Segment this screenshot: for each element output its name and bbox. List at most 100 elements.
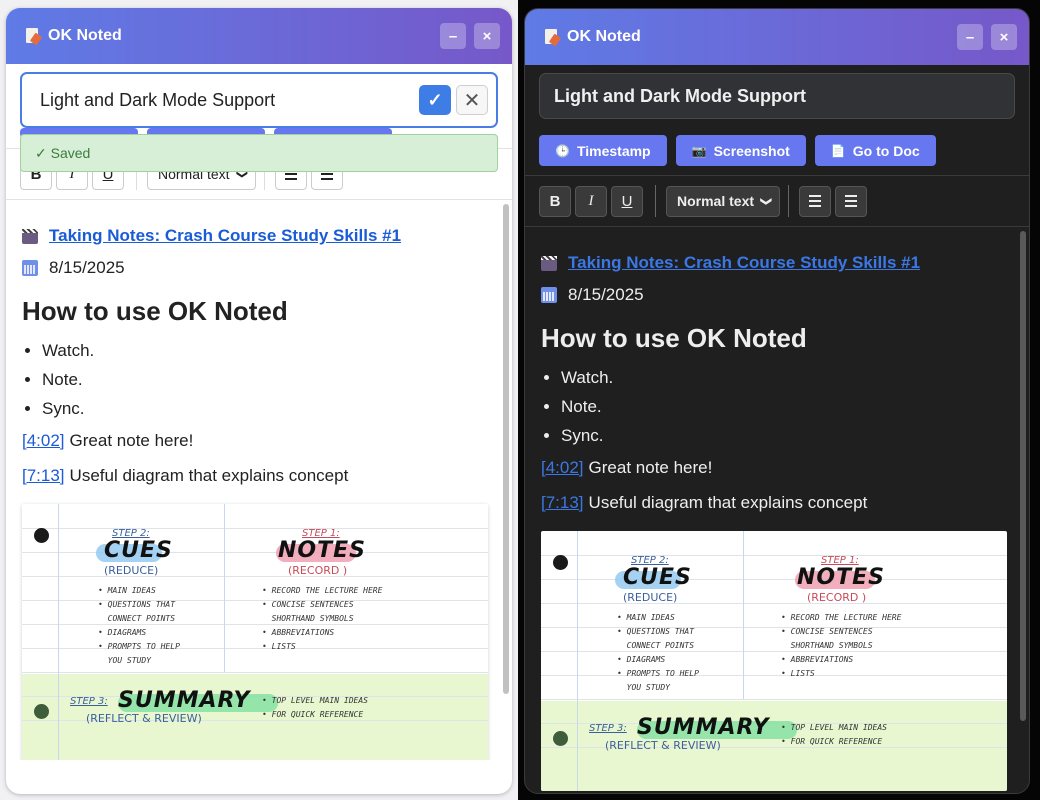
- toolbar-divider: [788, 185, 790, 217]
- chevron-down-icon: ❯: [760, 196, 773, 206]
- note-editor[interactable]: Taking Notes: Crash Course Study Skills …: [6, 200, 512, 760]
- title-bar: OK Noted – ×: [6, 8, 512, 64]
- note-title-area: [525, 65, 1029, 119]
- bullet-list-button[interactable]: [799, 185, 832, 217]
- note-heading: How to use OK Noted: [22, 296, 288, 326]
- list-item: Watch.: [42, 341, 496, 361]
- cancel-title-button[interactable]: ✕: [456, 85, 488, 115]
- app-title: OK Noted: [567, 28, 641, 45]
- toolbar-divider: [655, 185, 656, 217]
- record-label: (RECORD ): [288, 564, 348, 577]
- bullet-list-icon: [809, 195, 822, 207]
- minimize-button[interactable]: –: [440, 23, 466, 49]
- title-bar: OK Noted – ×: [525, 9, 1029, 65]
- timestamped-note: [4:02] Great note here!: [541, 458, 1013, 478]
- bold-button[interactable]: B: [539, 185, 571, 217]
- go-to-doc-label: Go to Doc: [852, 142, 920, 159]
- record-label: (RECORD ): [807, 591, 867, 604]
- notes-items: • RECORD THE LECTURE HERE • CONCISE SENT…: [781, 613, 902, 678]
- reduce-label: (REDUCE): [104, 564, 159, 577]
- list-item: Watch.: [561, 368, 1013, 388]
- video-link[interactable]: Taking Notes: Crash Course Study Skills …: [49, 226, 401, 246]
- light-mode-panel: OK Noted – × ✓ ✕ ✓ Saved B I U Normal te…: [6, 8, 512, 794]
- underline-button[interactable]: U: [611, 185, 643, 217]
- cues-word: CUES: [623, 565, 692, 590]
- dark-mode-panel: OK Noted – × 🕒 Timestamp 📷 Screenshot 📄 …: [524, 8, 1030, 794]
- timestamp-label: Timestamp: [576, 142, 651, 159]
- notepad-icon: [545, 29, 559, 45]
- list-item: Note.: [561, 397, 1013, 417]
- timestamp-link[interactable]: [7:13]: [541, 493, 584, 512]
- note-editor[interactable]: Taking Notes: Crash Course Study Skills …: [525, 227, 1029, 791]
- timestamp-link[interactable]: [4:02]: [22, 431, 65, 450]
- document-icon: 📄: [830, 143, 846, 158]
- note-title-area: ✓ ✕: [6, 64, 512, 128]
- calendar-icon: [541, 287, 557, 303]
- close-button[interactable]: ×: [474, 23, 500, 49]
- date-text: 8/15/2025: [568, 285, 644, 304]
- camera-icon: 📷: [691, 143, 707, 158]
- scrollbar-thumb[interactable]: [1020, 231, 1026, 721]
- video-reference: Taking Notes: Crash Course Study Skills …: [541, 253, 1013, 273]
- minimize-button[interactable]: –: [957, 24, 983, 50]
- list-item: Sync.: [561, 426, 1013, 446]
- cues-items: • MAIN IDEAS • QUESTIONS THAT CONNECT PO…: [98, 586, 180, 665]
- screenshot-label: Screenshot: [713, 142, 790, 159]
- timestamped-note: [7:13] Useful diagram that explains conce…: [541, 493, 1013, 513]
- summary-items: • TOP LEVEL MAIN IDEAS • FOR QUICK REFER…: [262, 696, 368, 719]
- step-3-label: STEP 3:: [70, 696, 108, 707]
- close-button[interactable]: ×: [991, 24, 1017, 50]
- numbered-list-icon: [845, 195, 858, 207]
- text-style-select[interactable]: Normal text ❯: [666, 185, 781, 217]
- summary-word: SUMMARY: [118, 688, 251, 713]
- scrollbar-thumb[interactable]: [503, 204, 509, 694]
- summary-items: • TOP LEVEL MAIN IDEAS • FOR QUICK REFER…: [781, 723, 887, 746]
- note-text: Great note here!: [588, 458, 713, 477]
- note-title-input[interactable]: [554, 85, 1006, 107]
- note-text: Great note here!: [69, 431, 194, 450]
- cues-word: CUES: [104, 538, 173, 563]
- notes-word: NOTES: [278, 538, 366, 563]
- note-text: Useful diagram that explains concept: [69, 466, 349, 485]
- timestamp-link[interactable]: [4:02]: [541, 458, 584, 477]
- note-screenshot-image: STEP 2: CUES (REDUCE) • MAIN IDEAS • QUE…: [22, 504, 488, 760]
- timestamped-note: [4:02] Great note here!: [22, 431, 496, 451]
- italic-button[interactable]: I: [575, 185, 607, 217]
- note-title-input[interactable]: [40, 89, 419, 111]
- timestamped-note: [7:13] Useful diagram that explains conce…: [22, 466, 496, 486]
- video-link[interactable]: Taking Notes: Crash Course Study Skills …: [568, 253, 920, 273]
- action-row: 🕒 Timestamp 📷 Screenshot 📄 Go to Doc: [525, 119, 1029, 166]
- reflect-label: (REFLECT & REVIEW): [605, 739, 721, 752]
- list-item: Note.: [42, 370, 496, 390]
- saved-notification: ✓ Saved: [20, 134, 498, 172]
- screenshot-button[interactable]: 📷 Screenshot: [675, 135, 806, 166]
- note-date: 8/15/2025: [541, 285, 1013, 305]
- reflect-label: (REFLECT & REVIEW): [86, 712, 202, 725]
- binder-hole: [34, 528, 49, 543]
- video-reference: Taking Notes: Crash Course Study Skills …: [22, 226, 496, 246]
- date-text: 8/15/2025: [49, 258, 125, 277]
- app-title: OK Noted: [48, 27, 122, 44]
- numbered-list-button[interactable]: [835, 185, 868, 217]
- note-screenshot-image: STEP 2: CUES (REDUCE) • MAIN IDEAS • QUE…: [541, 531, 1007, 791]
- confirm-title-button[interactable]: ✓: [419, 85, 451, 115]
- step-3-label: STEP 3:: [589, 723, 627, 734]
- binder-hole: [34, 704, 49, 719]
- binder-hole: [553, 731, 568, 746]
- calendar-icon: [22, 260, 38, 276]
- format-toolbar: B I U Normal text ❯: [525, 175, 1029, 227]
- go-to-doc-button[interactable]: 📄 Go to Doc: [814, 135, 936, 166]
- list-item: Sync.: [42, 399, 496, 419]
- notes-items: • RECORD THE LECTURE HERE • CONCISE SENT…: [262, 586, 383, 651]
- timestamp-button[interactable]: 🕒 Timestamp: [539, 135, 667, 166]
- title-editor: [539, 73, 1015, 119]
- summary-word: SUMMARY: [637, 715, 770, 740]
- timestamp-link[interactable]: [7:13]: [22, 466, 65, 485]
- bullet-list: Watch. Note. Sync.: [22, 341, 496, 419]
- note-date: 8/15/2025: [22, 258, 496, 278]
- note-heading: How to use OK Noted: [541, 323, 807, 353]
- reduce-label: (REDUCE): [623, 591, 678, 604]
- bullet-list: Watch. Note. Sync.: [541, 368, 1013, 446]
- cues-items: • MAIN IDEAS • QUESTIONS THAT CONNECT PO…: [617, 613, 699, 692]
- title-editor: ✓ ✕: [20, 72, 498, 128]
